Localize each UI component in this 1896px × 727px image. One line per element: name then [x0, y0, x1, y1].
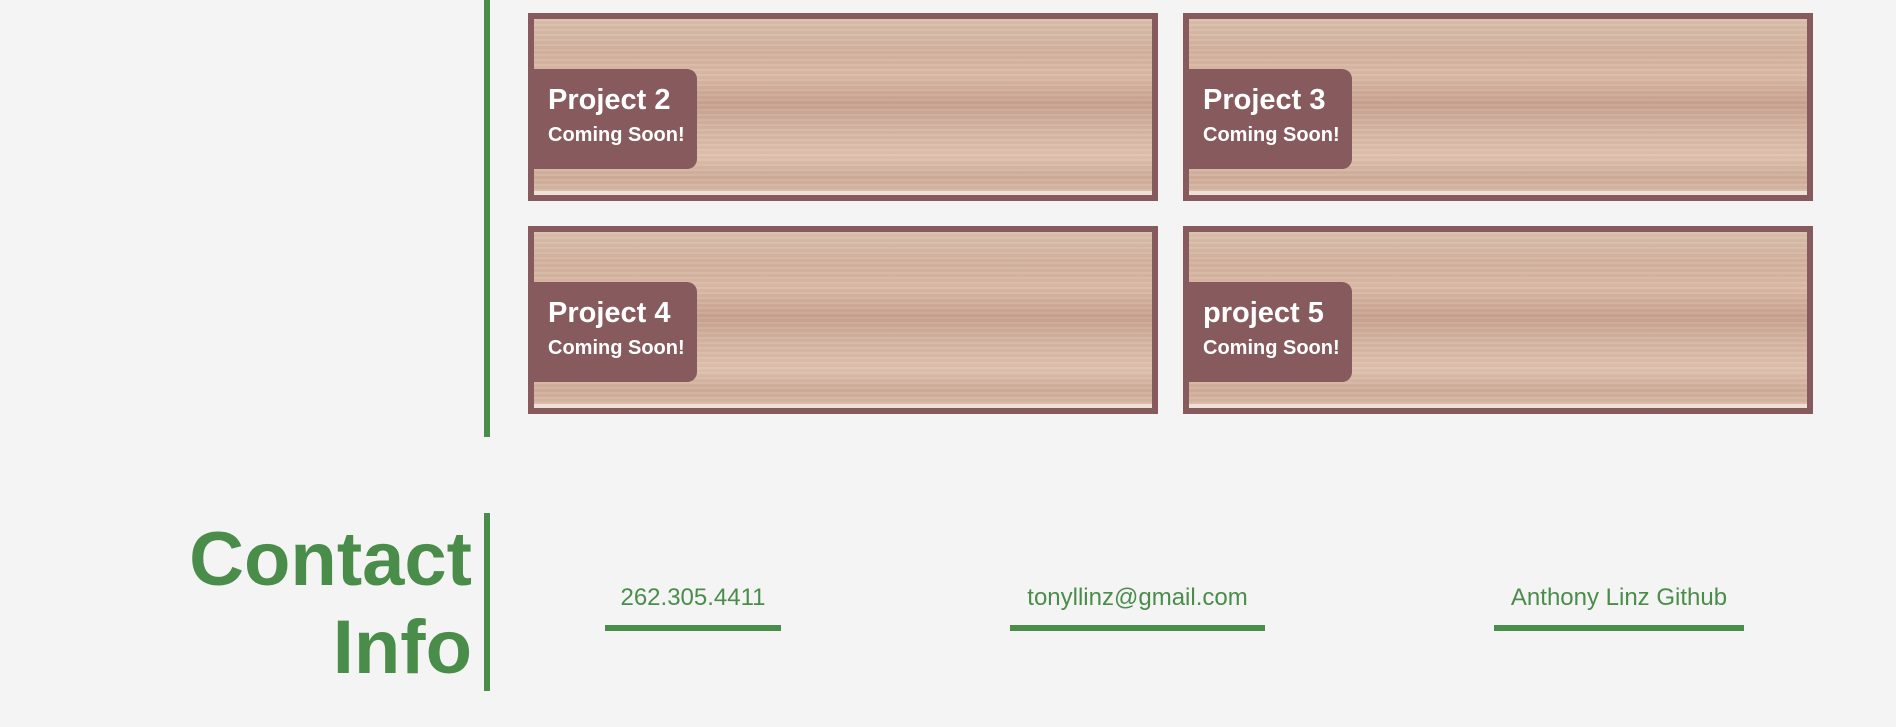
project-label: Project 2 Coming Soon!	[534, 69, 697, 169]
project-title: project 5	[1203, 297, 1324, 329]
email-link[interactable]: tonyllinz@gmail.com	[1010, 583, 1265, 631]
project-status: Coming Soon!	[548, 124, 685, 146]
contact-heading-line2: Info	[332, 605, 472, 690]
section-divider-contact	[484, 513, 490, 691]
projects-grid: Project 2 Coming Soon! Project 3 Coming …	[528, 13, 1813, 414]
project-label: project 5 Coming Soon!	[1189, 282, 1352, 382]
project-title: Project 3	[1203, 84, 1326, 116]
project-status: Coming Soon!	[1203, 337, 1340, 359]
github-link[interactable]: Anthony Linz Github	[1494, 583, 1744, 631]
section-divider-projects	[484, 0, 490, 437]
project-card-3[interactable]: Project 3 Coming Soon!	[1183, 13, 1813, 201]
project-card-4[interactable]: Project 4 Coming Soon!	[528, 226, 1158, 414]
project-status: Coming Soon!	[548, 337, 685, 359]
contact-heading-line1: Contact	[189, 517, 472, 602]
phone-link[interactable]: 262.305.4411	[605, 583, 781, 631]
project-card-5[interactable]: project 5 Coming Soon!	[1183, 226, 1813, 414]
contact-heading: Contact Info	[189, 516, 472, 692]
project-status: Coming Soon!	[1203, 124, 1340, 146]
project-label: Project 4 Coming Soon!	[534, 282, 697, 382]
portfolio-page: Project 2 Coming Soon! Project 3 Coming …	[0, 0, 1896, 727]
project-title: Project 4	[548, 297, 671, 329]
project-label: Project 3 Coming Soon!	[1189, 69, 1352, 169]
project-card-2[interactable]: Project 2 Coming Soon!	[528, 13, 1158, 201]
project-title: Project 2	[548, 84, 671, 116]
